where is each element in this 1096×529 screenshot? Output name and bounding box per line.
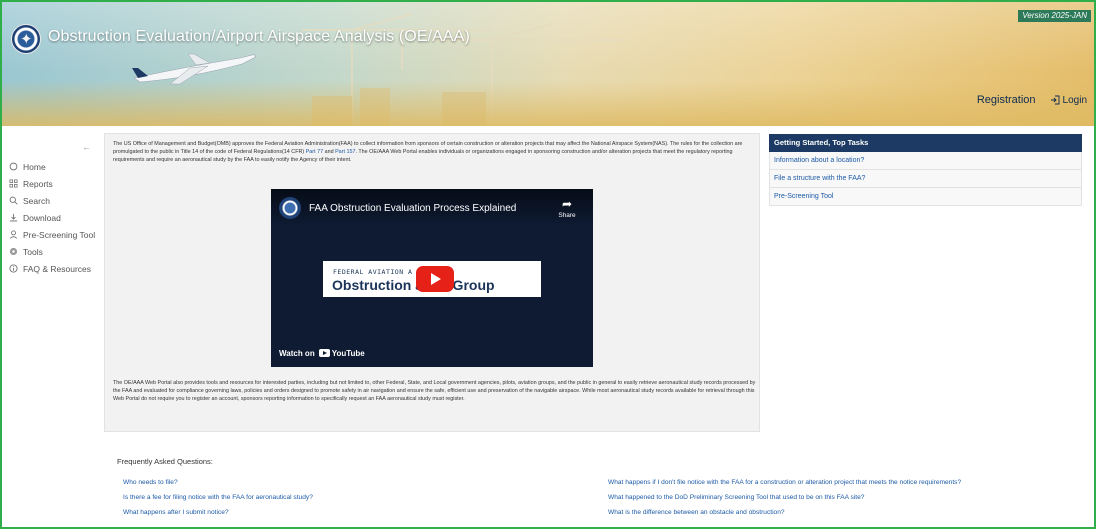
app-title: Obstruction Evaluation/Airport Airspace … [48,28,470,45]
person-icon [8,230,18,240]
top-tasks-panel: Getting Started, Top Tasks Information a… [769,134,1082,206]
task-information-about-location[interactable]: Information about a location? [769,152,1082,170]
gear-icon [8,247,18,257]
embedded-video-player[interactable]: FAA Obstruction Evaluation Process Expla… [271,189,593,367]
grid-icon [8,179,18,189]
part-157-link[interactable]: Part 157 [335,149,355,155]
top-nav: Registration Login [977,94,1087,106]
sidebar-item-faq-resources[interactable]: FAQ & Resources [8,260,95,277]
youtube-wordmark: YouTube [331,348,365,358]
registration-link[interactable]: Registration [977,94,1036,106]
search-icon [8,196,18,206]
faq-link-after-submit[interactable]: What happens after I submit notice? [123,509,229,516]
header-banner: ✦ Obstruction Evaluation/Airport Airspac… [2,2,1094,126]
faq-link-dont-file[interactable]: What happens if I don't file notice with… [608,479,961,486]
home-icon [8,162,18,172]
sidebar-menu: Home Reports Search Download Pre-Screeni… [8,158,95,277]
faq-title: Frequently Asked Questions: [117,457,213,466]
sidebar-item-label: Home [23,161,46,172]
sidebar-item-home[interactable]: Home [8,158,95,175]
faa-seal-icon[interactable]: ✦ [11,24,41,54]
and-text: and [324,149,334,156]
faq-link-who-needs-to-file[interactable]: Who needs to file? [123,479,178,486]
faq-link-obstacle-vs-obstruction[interactable]: What is the difference between an obstac… [608,509,785,516]
share-label: Share [558,212,576,219]
share-button[interactable]: ➦ Share [555,198,579,219]
part-77-link[interactable]: Part 77 [306,149,323,155]
faq-link-fee[interactable]: Is there a fee for filing notice with th… [123,494,313,501]
sidebar: ← Home Reports Search Download Pre-Scree… [2,126,98,456]
info-icon [8,264,18,274]
login-link[interactable]: Login [1050,95,1087,106]
page-frame: ✦ Obstruction Evaluation/Airport Airspac… [0,0,1096,529]
sidebar-item-label: Download [23,212,61,223]
youtube-mini-icon [318,349,330,357]
sidebar-item-label: Search [23,195,50,206]
watch-on-label: Watch on [279,348,315,358]
sidebar-item-tools[interactable]: Tools [8,243,95,260]
collapse-sidebar-icon[interactable]: ← [82,142,91,152]
youtube-logo-icon: YouTube [318,348,365,358]
intro-paragraph: The US Office of Management and Budget(O… [113,140,745,165]
portal-description-paragraph: The OE/AAA Web Portal also provides tool… [113,380,756,403]
sidebar-item-search[interactable]: Search [8,192,95,209]
sidebar-item-download[interactable]: Download [8,209,95,226]
play-button-icon[interactable] [416,266,454,292]
task-file-structure[interactable]: File a structure with the FAA? [769,170,1082,188]
task-pre-screening-tool[interactable]: Pre-Screening Tool [769,188,1082,206]
video-title[interactable]: FAA Obstruction Evaluation Process Expla… [309,203,516,214]
sidebar-item-label: Pre-Screening Tool [23,229,96,240]
download-icon [8,213,18,223]
version-badge: Version 2025-JAN [1018,10,1091,22]
faq-link-dod-tool[interactable]: What happened to the DoD Preliminary Scr… [608,494,864,501]
sidebar-item-label: Tools [23,246,43,257]
login-label: Login [1062,94,1087,106]
sidebar-item-pre-screening-tool[interactable]: Pre-Screening Tool [8,226,95,243]
share-arrow-icon: ➦ [561,197,573,211]
intro-content-card: The US Office of Management and Budget(O… [104,133,760,432]
sidebar-item-label: Reports [23,178,53,189]
airplane-graphic [132,53,256,85]
channel-avatar-icon[interactable] [279,197,301,219]
thumbnail-line-2: Obstruction ation Group [332,277,495,293]
top-tasks-header: Getting Started, Top Tasks [769,134,1082,152]
sidebar-item-label: FAQ & Resources [23,263,92,274]
login-icon [1050,95,1059,105]
watch-on-youtube-button[interactable]: Watch on YouTube [279,345,365,361]
sidebar-item-reports[interactable]: Reports [8,175,95,192]
